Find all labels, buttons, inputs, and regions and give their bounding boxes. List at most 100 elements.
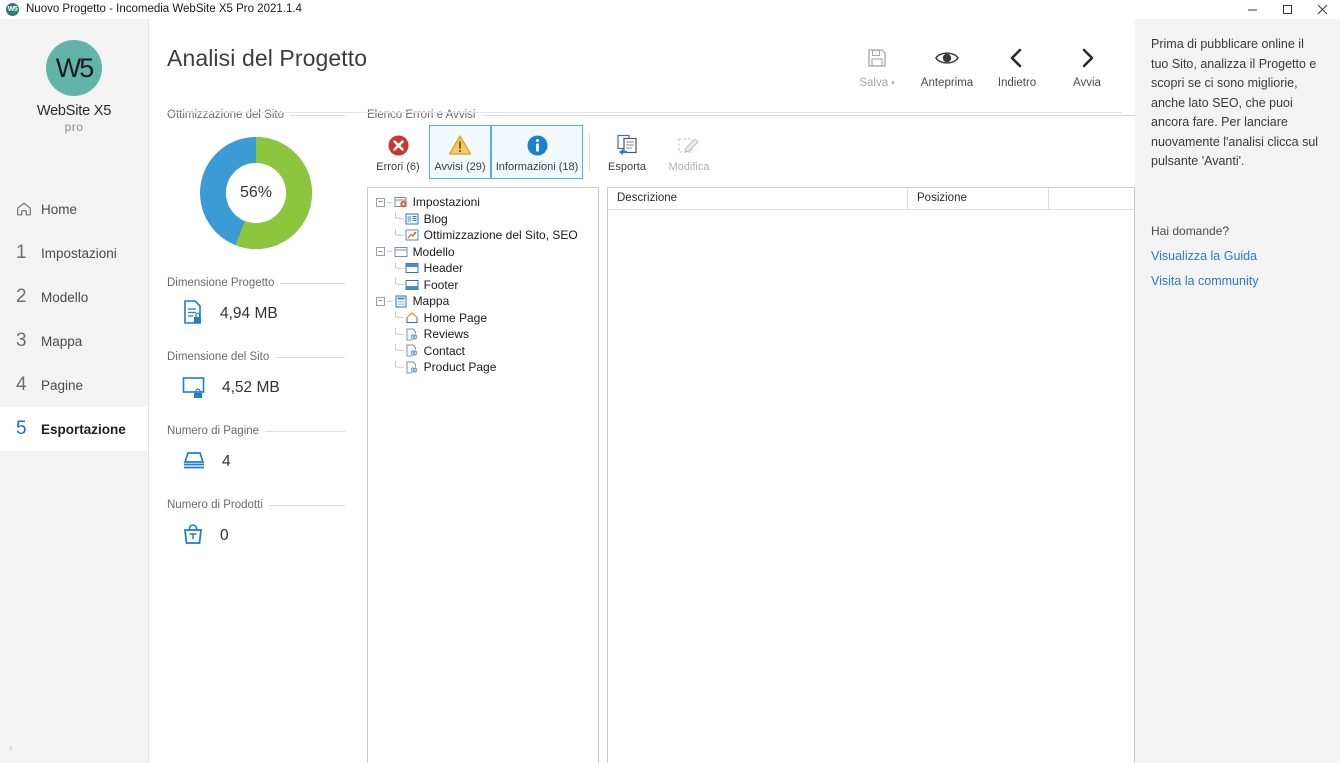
optimization-chart: 56% bbox=[167, 123, 345, 263]
tab-errori[interactable]: Errori (6) bbox=[367, 125, 429, 179]
help-link-guide[interactable]: Visualizza la Guida bbox=[1151, 249, 1323, 263]
error-icon bbox=[387, 131, 410, 159]
product-count-title: Numero di Prodotti bbox=[167, 499, 263, 511]
tree-expander-icon[interactable]: − bbox=[376, 247, 385, 257]
header-action-bar: Salva ▾ Anteprima Indietro Avvia bbox=[842, 43, 1122, 89]
tree-node[interactable]: └– Ottimizzazione del Sito, SEO bbox=[372, 227, 594, 244]
tree-node[interactable]: └– Product Page bbox=[372, 359, 594, 376]
tree-node[interactable]: └– Reviews bbox=[372, 326, 594, 343]
project-size-title: Dimensione Progetto bbox=[167, 277, 275, 289]
stat-site-size: Dimensione del Sito 4,52 MB bbox=[167, 351, 345, 411]
sidebar-item-number: 5 bbox=[16, 418, 27, 439]
sidebar-item-impostazioni[interactable]: 1 Impostazioni bbox=[0, 231, 148, 275]
tree-expander-icon[interactable]: − bbox=[376, 197, 385, 207]
site-size-title: Dimensione del Sito bbox=[167, 351, 270, 363]
tree-node-label: Impostazioni bbox=[412, 195, 480, 210]
product-count-value: 0 bbox=[220, 527, 229, 544]
maximize-button[interactable] bbox=[1270, 0, 1305, 19]
column-header-posizione[interactable]: Posizione bbox=[908, 188, 1049, 210]
tree-expander-icon[interactable]: − bbox=[376, 296, 385, 306]
site-window-icon bbox=[181, 374, 207, 403]
back-button[interactable]: Indietro bbox=[982, 43, 1052, 89]
section-rule bbox=[289, 114, 345, 116]
sidebar-item-esportazione[interactable]: 5 Esportazione bbox=[0, 407, 148, 451]
toolbar-separator bbox=[589, 133, 590, 171]
stat-project-size: Dimensione Progetto 4,94 MB bbox=[167, 277, 345, 337]
sidebar-item-pagine[interactable]: 4 Pagine bbox=[0, 363, 148, 407]
column-header-descrizione[interactable]: Descrizione bbox=[608, 188, 908, 210]
tree-connector: └– bbox=[392, 312, 404, 324]
tree-node-label: Product Page bbox=[423, 360, 497, 375]
donut-chart: 56% bbox=[200, 137, 312, 249]
tree-node[interactable]: └– Header bbox=[372, 260, 594, 277]
sidebar-item-number: 3 bbox=[16, 330, 27, 351]
export-button[interactable]: Esporta bbox=[596, 125, 658, 179]
tab-informazioni[interactable]: Informazioni (18) bbox=[491, 125, 583, 179]
tree-node[interactable]: └– Footer bbox=[372, 277, 594, 294]
errors-title: Elenco Errori e Avvisi bbox=[367, 109, 476, 121]
settings-gear-icon bbox=[393, 195, 409, 209]
tree-connector: └– bbox=[392, 345, 404, 357]
tree-node[interactable]: − – Impostazioni bbox=[372, 194, 594, 211]
help-panel: Prima di pubblicare online il tuo Sito, … bbox=[1135, 19, 1340, 763]
close-button[interactable] bbox=[1305, 0, 1340, 19]
product-count-row: 0 bbox=[167, 513, 345, 559]
tree-node[interactable]: − – Mappa bbox=[372, 293, 594, 310]
template-icon bbox=[393, 245, 409, 259]
sidebar-item-number: 1 bbox=[16, 242, 27, 263]
tree-connector: └– bbox=[392, 229, 404, 241]
pages-icon bbox=[181, 449, 207, 476]
page-count-header: Numero di Pagine bbox=[167, 425, 345, 437]
page-count-value: 4 bbox=[222, 453, 231, 470]
tree-node[interactable]: − – Modello bbox=[372, 244, 594, 261]
tree-node-label: Ottimizzazione del Sito, SEO bbox=[423, 228, 578, 243]
tab-informazioni-label: Informazioni (18) bbox=[495, 161, 579, 173]
help-link-community[interactable]: Visita la community bbox=[1151, 274, 1323, 288]
back-label: Indietro bbox=[997, 77, 1037, 89]
info-icon bbox=[526, 131, 549, 159]
tree-node[interactable]: └– Contact bbox=[372, 343, 594, 360]
minimize-button[interactable] bbox=[1235, 0, 1270, 19]
column-header-extra[interactable] bbox=[1049, 188, 1134, 210]
main-content: Analisi del Progetto Salva ▾ Anteprima I… bbox=[149, 19, 1135, 763]
shopping-bag-icon bbox=[181, 522, 205, 551]
content-area: Ottimizzazione del Sito 56% Dimensione P… bbox=[149, 95, 1135, 763]
home-icon bbox=[13, 200, 41, 218]
sidebar-item-modello[interactable]: 2 Modello bbox=[0, 275, 148, 319]
app-icon-text: W5 bbox=[7, 5, 18, 13]
list-body[interactable] bbox=[608, 210, 1134, 763]
product-count-header: Numero di Prodotti bbox=[167, 499, 345, 511]
logo-name: WebSite X5 bbox=[36, 103, 112, 119]
tree-node[interactable]: └– Blog bbox=[372, 211, 594, 228]
tab-avvisi[interactable]: Avvisi (29) bbox=[429, 125, 491, 179]
page-globe-icon bbox=[404, 360, 420, 374]
tree-node-label: Reviews bbox=[423, 327, 470, 342]
seo-chart-icon bbox=[404, 228, 420, 242]
save-button[interactable]: Salva ▾ bbox=[842, 43, 912, 89]
sidebar-item-home[interactable]: Home bbox=[0, 187, 148, 231]
project-file-icon bbox=[181, 299, 205, 330]
export-icon bbox=[614, 131, 640, 159]
sidebar-collapse-icon[interactable]: ‹ bbox=[9, 741, 13, 755]
save-label: Salva ▾ bbox=[859, 77, 895, 89]
tree-connector: └– bbox=[392, 361, 404, 373]
window-title: Nuovo Progetto - Incomedia WebSite X5 Pr… bbox=[26, 3, 302, 15]
edit-button[interactable]: Modifica bbox=[658, 125, 720, 179]
tree-node-label: Mappa bbox=[412, 294, 450, 309]
project-size-header: Dimensione Progetto bbox=[167, 277, 345, 289]
sidebar-item-number: 4 bbox=[16, 374, 27, 395]
error-tree[interactable]: − – Impostazioni └– Blog └– Ottimizzazio… bbox=[367, 187, 599, 763]
section-rule bbox=[275, 356, 345, 358]
tree-node[interactable]: └– Home Page bbox=[372, 310, 594, 327]
page-header: Analisi del Progetto Salva ▾ Anteprima I… bbox=[149, 19, 1135, 95]
preview-button[interactable]: Anteprima bbox=[912, 43, 982, 89]
home-page-icon bbox=[404, 311, 420, 325]
sidebar-item-mappa[interactable]: 3 Mappa bbox=[0, 319, 148, 363]
export-label: Esporta bbox=[608, 161, 646, 173]
window-controls bbox=[1235, 0, 1340, 19]
start-button[interactable]: Avvia bbox=[1052, 43, 1122, 89]
errors-toolbar: Errori (6) Avvisi (29) Informazioni (18) bbox=[367, 125, 1135, 179]
save-icon bbox=[866, 43, 888, 73]
logo-edition: pro bbox=[64, 120, 84, 134]
optimization-percent: 56% bbox=[239, 184, 273, 201]
